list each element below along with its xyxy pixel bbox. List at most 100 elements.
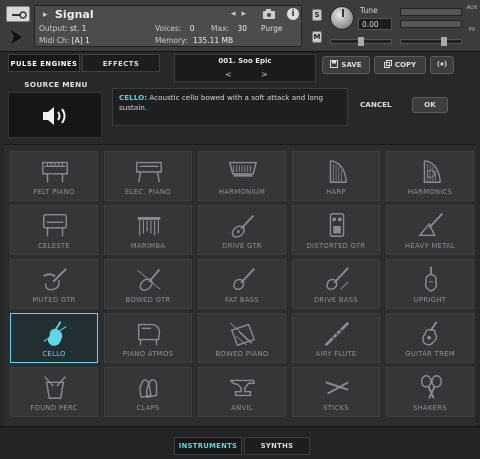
pv-tag[interactable]: PV [466,26,478,34]
max-row: Max: 30 [211,24,247,33]
midi-value[interactable]: [A] 1 [72,36,90,45]
preset-selector[interactable]: 001. Soo Epic < > [174,54,316,82]
collapse-arrow-icon[interactable] [8,28,26,46]
instrument-tile[interactable]: BOWED GTR [104,259,192,309]
instrument-tile[interactable]: FOUND PERC [10,367,98,417]
memory-label: Memory: [155,36,188,45]
bowed-piano-icon [229,322,256,347]
instrument-tile-label: CLAPS [136,404,160,412]
instrument-tile[interactable]: PIANO ATMOS [104,313,192,363]
instrument-tile-label: UPRIGHT [413,296,447,304]
instrument-name[interactable]: Signal [55,8,94,21]
instrument-tile-label: FAT BASS [224,296,260,304]
tune-value[interactable]: 0.00 [358,18,392,30]
instrument-tile-label: DRIVE BASS [313,296,358,304]
instrument-header: ▸ Signal ◂▸ i Output: st. 1 Voices: 0 Ma… [0,0,480,52]
instrument-nav-arrows[interactable]: ◂▸ [231,9,252,19]
ok-button[interactable]: OK [412,97,448,113]
pedal-icon [329,213,345,237]
instrument-tile[interactable]: CLAPS [104,367,192,417]
tab-synths[interactable]: SYNTHS [244,437,310,455]
preset-next-button[interactable]: > [261,70,268,79]
instrument-tile-label: FELT PIANO [33,188,75,196]
mute-button[interactable]: M [312,31,322,43]
drive-bass-icon [325,267,349,291]
instrument-tile[interactable]: HARMONICS [386,151,474,201]
bowed-guitar-icon [137,269,161,291]
midi-row: Midi Ch: [A] 1 [39,36,90,45]
cello-icon [43,321,67,346]
tune-knob[interactable] [330,6,354,30]
wrench-button[interactable] [6,6,30,22]
camera-icon[interactable] [263,9,275,19]
broadcast-button[interactable] [430,56,454,74]
caret-down-icon[interactable]: ▸ [43,10,48,20]
instrument-tile[interactable]: HARMONIUM [198,151,286,201]
instrument-tile[interactable]: GUITAR TREM [386,313,474,363]
instrument-tile-label: SHAKERS [413,404,447,412]
instrument-tile-label: ELEC. PIANO [125,188,171,196]
copy-button[interactable]: COPY [374,56,426,74]
instrument-tile[interactable]: ANVIL [198,367,286,417]
copy-label: COPY [394,61,417,69]
instrument-tile[interactable]: FAT BASS [198,259,286,309]
instrument-tile[interactable]: STICKS [292,367,380,417]
instrument-tile[interactable]: DISTORTED GTR [292,205,380,255]
instrument-tile[interactable]: DRIVE BASS [292,259,380,309]
level-meter-right [400,20,462,28]
flute-icon [324,321,350,347]
info-icon[interactable]: i [287,8,299,20]
max-value[interactable]: 30 [237,24,247,33]
volume-slider[interactable] [400,37,462,46]
tab-instruments[interactable]: INSTRUMENTS [174,437,242,455]
midi-label: Midi Ch: [39,36,70,45]
tab-pulse-engines[interactable]: PULSE ENGINES [8,54,80,72]
claps-icon [139,379,158,399]
kontakt-instrument-window: ▸ Signal ◂▸ i Output: st. 1 Voices: 0 Ma… [0,0,480,459]
source-menu-preview[interactable] [8,92,102,138]
wrench-icon [12,11,27,19]
copy-icon [383,60,392,68]
instrument-tile[interactable]: HEAVY METAL [386,205,474,255]
aux-tag[interactable]: AUX [466,4,478,12]
celeste-icon [43,213,67,237]
instrument-tile[interactable]: MUTED GTR [10,259,98,309]
side-tags: AUX PV [466,4,478,34]
bass-icon [232,268,255,291]
instrument-tile-label: BOWED GTR [125,296,171,304]
preset-prev-button[interactable]: < [225,70,232,79]
instrument-tile[interactable]: FELT PIANO [10,151,98,201]
level-meter-left [400,8,462,16]
cancel-button[interactable]: CANCEL [360,100,392,109]
instrument-tile[interactable]: MARIMBA [104,205,192,255]
instrument-description: CELLO: Acoustic cello bowed with a soft … [112,88,348,126]
instrument-tile-label: DISTORTED GTR [306,242,366,250]
preset-name[interactable]: 001. Soo Epic [175,57,315,65]
instrument-tile[interactable]: UPRIGHT [386,259,474,309]
instrument-tile[interactable]: HARP [292,151,380,201]
instrument-tile[interactable]: CELLO [10,313,98,363]
sticks-icon [325,381,349,395]
instrument-tile[interactable]: AIRY FLUTE [292,313,380,363]
upright-bass-icon [424,266,438,292]
solo-button[interactable]: S [312,9,322,21]
save-label: SAVE [341,61,362,69]
harp-icon [329,159,348,183]
instrument-tile-label: CELESTE [38,242,70,250]
instrument-tile-label: HARP [326,188,346,196]
purge-dropdown[interactable]: Purge [261,24,282,33]
instrument-tile[interactable]: SHAKERS [386,367,474,417]
instrument-tile[interactable]: BOWED PIANO [198,313,286,363]
pan-slider[interactable] [330,37,392,46]
save-button[interactable]: SAVE [322,56,370,74]
tab-effects[interactable]: EFFECTS [82,54,160,72]
description-title: CELLO: [119,93,148,102]
instrument-tile[interactable]: DRIVE GTR [198,205,286,255]
instrument-tile-label: ANVIL [231,404,253,412]
instrument-tile[interactable]: CELESTE [10,205,98,255]
guitar-icon [231,214,254,238]
instrument-tile[interactable]: ELEC. PIANO [104,151,192,201]
instrument-tile-label: DRIVE GTR [222,242,262,250]
output-value[interactable]: st. 1 [70,24,86,33]
muted-guitar-icon [43,268,67,291]
